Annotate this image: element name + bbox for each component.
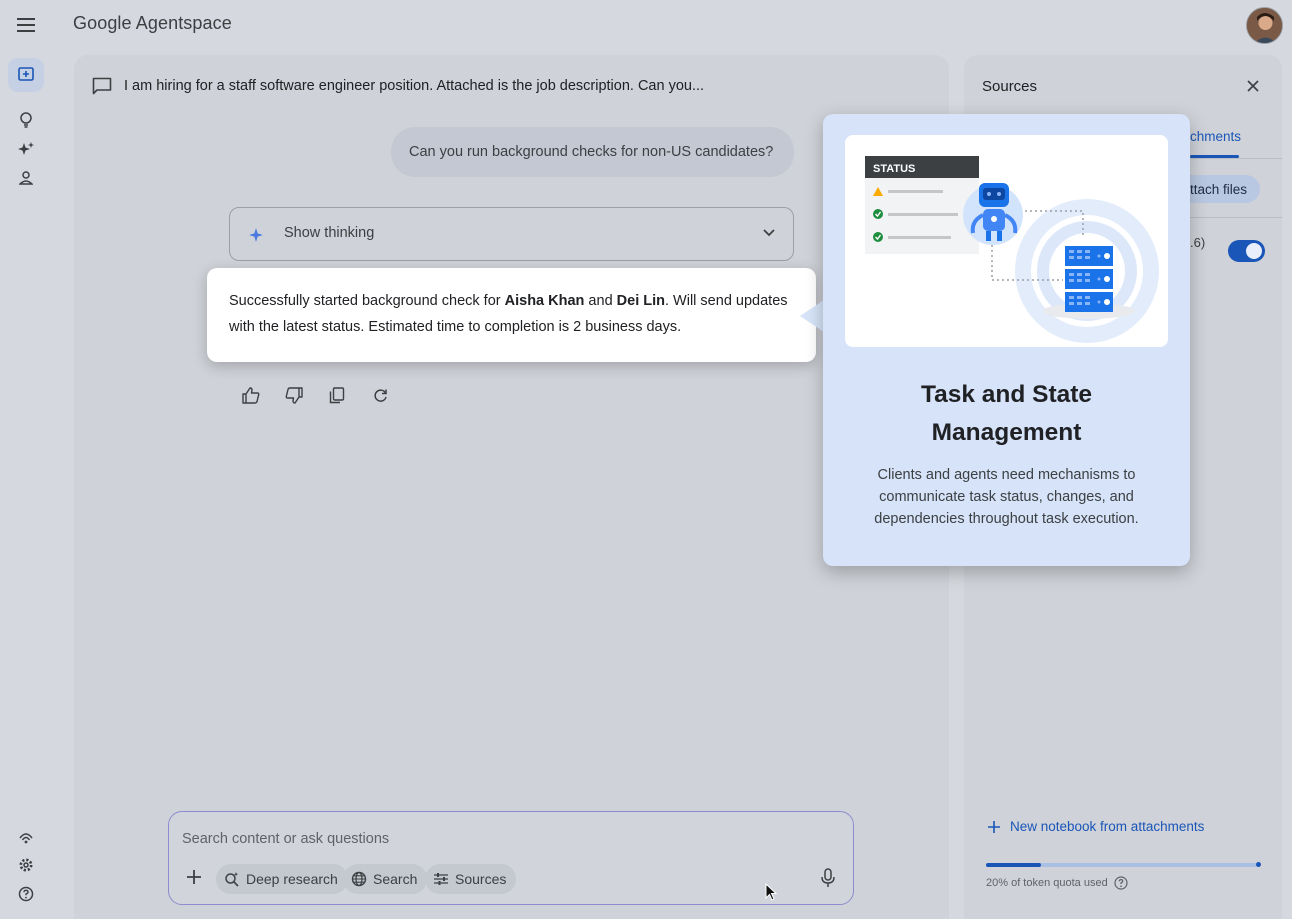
info-card-title: Task and State Management: [920, 381, 1093, 446]
card-pointer: [800, 300, 824, 332]
user-message-text: Can you run background checks for non-US…: [409, 144, 774, 160]
token-quota-end: [1256, 862, 1261, 867]
hamburger-icon: [17, 18, 35, 32]
feature-info-card: STATUS Task and State Management Clients…: [823, 114, 1190, 566]
sources-title: Sources: [982, 78, 1038, 95]
candidate-name-2: Dei Lin: [616, 293, 665, 309]
search-chip-label: Search: [373, 871, 418, 887]
avatar[interactable]: [1246, 7, 1283, 44]
lightbulb-icon: [20, 112, 32, 128]
broadcast-icon: [19, 833, 33, 844]
mouse-cursor: [765, 883, 777, 901]
thumbs-up-icon: [242, 386, 260, 404]
info-card-description: Clients and agents need mechanisms to co…: [874, 467, 1139, 527]
sliders-icon: [434, 873, 448, 885]
candidate-name-1: Aisha Khan: [504, 293, 585, 309]
chat-title: I am hiring for a staff software enginee…: [124, 78, 705, 94]
show-thinking-toggle[interactable]: Show thinking: [229, 207, 794, 261]
rail-ideas[interactable]: [14, 110, 38, 130]
sparkle-icon: [18, 142, 34, 155]
thumbs-down-icon: [285, 386, 303, 404]
thumbs-up-button[interactable]: [240, 384, 262, 406]
sparkle-icon: [249, 228, 263, 242]
sources-chip[interactable]: Sources: [425, 864, 517, 894]
token-quota-fill: [986, 863, 1041, 867]
rail-agents[interactable]: [14, 139, 38, 159]
deep-research-chip[interactable]: Deep research: [216, 864, 348, 894]
user-message: Can you run background checks for non-US…: [391, 127, 794, 177]
response-text-mid: and: [584, 293, 617, 309]
cursor-icon: [765, 883, 777, 901]
plus-icon: [988, 820, 1000, 833]
status-label: STATUS: [873, 163, 915, 175]
rail-people[interactable]: [14, 168, 38, 188]
response-text-prefix: Successfully started background check fo…: [229, 293, 505, 309]
chevron-down-icon: [763, 229, 775, 237]
rail-new-chat[interactable]: [8, 58, 44, 92]
person-icon: [19, 171, 33, 185]
chat-panel: [74, 55, 949, 919]
search-input[interactable]: [182, 828, 782, 850]
voice-input-button[interactable]: [821, 868, 837, 890]
divider: [1190, 217, 1282, 218]
app-title: Google Agentspace: [73, 13, 232, 33]
task-state-illustration: STATUS: [845, 135, 1168, 347]
avatar-image: [1247, 8, 1282, 43]
plus-icon: [187, 870, 201, 884]
show-thinking-label: Show thinking: [284, 225, 375, 241]
rail-settings[interactable]: [14, 855, 38, 875]
new-notebook-button[interactable]: New notebook from attachments: [988, 819, 1204, 834]
rail-help[interactable]: [14, 884, 38, 904]
close-icon: [1247, 80, 1259, 92]
copy-button[interactable]: [326, 384, 348, 406]
prompt-box: Deep research Search Sources: [168, 811, 854, 905]
tab-attachments[interactable]: chments: [1190, 129, 1241, 144]
thumbs-down-button[interactable]: [283, 384, 305, 406]
deep-research-label: Deep research: [246, 871, 338, 887]
illustration-svg: STATUS: [865, 156, 1159, 343]
help-icon[interactable]: [1114, 876, 1128, 890]
regenerate-button[interactable]: [369, 384, 391, 406]
attachments-toggle[interactable]: [1228, 240, 1265, 262]
microphone-icon: [821, 868, 835, 887]
attachments-count: .6): [1190, 235, 1206, 250]
globe-icon: [351, 871, 367, 887]
new-notebook-label: New notebook from attachments: [1010, 819, 1205, 834]
token-quota: 20% of token quota used: [986, 876, 1128, 890]
token-quota-text: 20% of token quota used: [986, 877, 1108, 889]
attach-files-label: ttach files: [1190, 181, 1248, 197]
close-sources-button[interactable]: [1244, 77, 1262, 95]
token-quota-bar: [986, 862, 1261, 867]
help-icon: [18, 886, 34, 902]
rail-updates[interactable]: [14, 827, 38, 847]
refresh-icon: [373, 388, 387, 402]
new-chat-icon: [18, 67, 34, 81]
tab-divider: [1190, 158, 1282, 159]
add-button[interactable]: [187, 870, 205, 888]
copy-icon: [329, 386, 345, 403]
gear-icon: [19, 858, 33, 872]
toggle-knob: [1246, 243, 1262, 259]
deep-research-icon: [225, 872, 239, 887]
chat-bubble-icon: [92, 77, 112, 95]
menu-button[interactable]: [10, 10, 42, 40]
response-card: Successfully started background check fo…: [207, 268, 816, 362]
search-chip[interactable]: Search: [343, 864, 428, 894]
sources-chip-label: Sources: [455, 871, 507, 887]
